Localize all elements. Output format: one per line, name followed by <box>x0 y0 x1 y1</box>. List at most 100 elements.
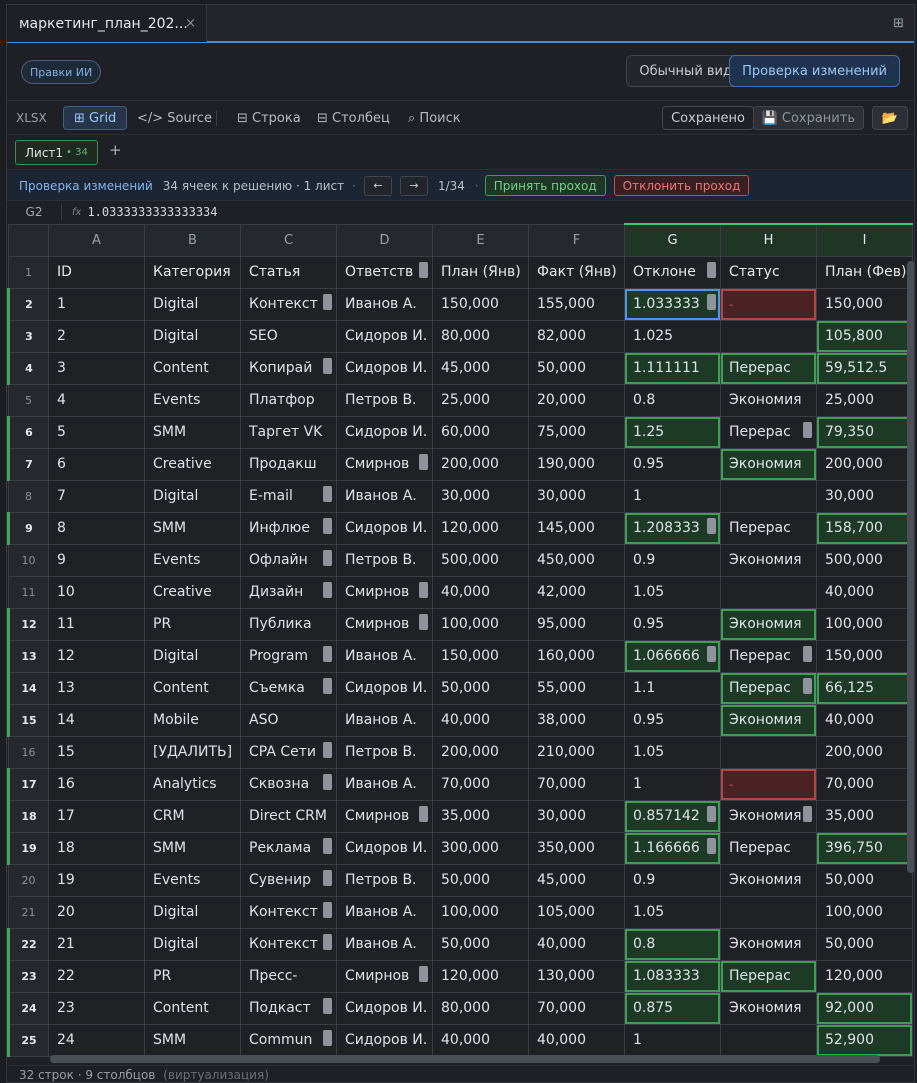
grid-cell[interactable]: Инфлюе <box>240 511 337 545</box>
grid-cell[interactable]: 1.05 <box>624 735 721 769</box>
grid-cell[interactable]: 0.857142 <box>624 799 721 833</box>
grid-cell[interactable]: 9 <box>48 543 145 577</box>
grid-cell[interactable]: CPA Сети <box>240 735 337 769</box>
grid-cell[interactable]: Публика <box>240 607 337 641</box>
grid-cell[interactable]: 130,000 <box>528 959 625 993</box>
grid-cell[interactable]: 24 <box>48 1023 145 1057</box>
grid-cell[interactable]: 1 <box>624 1023 721 1057</box>
grid-cell[interactable]: Иванов А. <box>336 927 433 961</box>
grid-cell[interactable]: 150,000 <box>432 639 529 673</box>
grid-cell[interactable]: 0.8 <box>624 383 721 417</box>
row-header[interactable]: 6 <box>7 415 49 449</box>
grid-cell[interactable]: 80,000 <box>432 991 529 1025</box>
grid-cell[interactable]: 30,000 <box>528 799 625 833</box>
grid-cell[interactable]: 14 <box>48 703 145 737</box>
grid-cell[interactable]: 1.033333 <box>624 287 721 321</box>
row-header[interactable]: 8 <box>8 479 49 513</box>
grid-cell[interactable]: 100,000 <box>816 895 913 929</box>
grid-cell[interactable]: 30,000 <box>432 479 529 513</box>
grid-cell[interactable]: Events <box>144 863 241 897</box>
formula-input[interactable]: 1.0333333333333334 <box>87 205 217 219</box>
grid-cell[interactable]: 158,700 <box>816 511 913 545</box>
header-cell[interactable]: Статья <box>240 255 337 289</box>
header-cell[interactable]: Отклоне <box>624 255 721 289</box>
grid-cell[interactable]: 50,000 <box>432 927 529 961</box>
grid-cell[interactable]: Смирнов <box>336 575 433 609</box>
grid-cell[interactable]: Digital <box>144 287 241 321</box>
grid-cell[interactable]: Копирай <box>240 351 337 385</box>
grid-cell[interactable]: 45,000 <box>432 351 529 385</box>
grid-cell[interactable]: 8 <box>48 511 145 545</box>
grid-cell[interactable]: Петров В. <box>336 735 433 769</box>
row-header[interactable]: 21 <box>8 895 49 929</box>
grid-cell[interactable] <box>720 575 817 609</box>
grid-cell[interactable]: 1 <box>624 767 721 801</box>
header-cell[interactable]: Статус <box>720 255 817 289</box>
grid-cell[interactable]: Подкаст <box>240 991 337 1025</box>
grid-cell[interactable]: 145,000 <box>528 511 625 545</box>
column-header[interactable]: B <box>144 223 241 257</box>
grid-cell[interactable] <box>720 895 817 929</box>
comment-marker[interactable] <box>707 645 716 662</box>
grid-cell[interactable]: Сидоров И. <box>336 1023 433 1057</box>
comment-marker[interactable] <box>323 933 332 950</box>
grid-cell[interactable]: 150,000 <box>816 287 913 321</box>
comment-marker[interactable] <box>419 261 428 278</box>
grid-cell[interactable]: Сквозна <box>240 767 337 801</box>
header-cell[interactable]: Факт (Янв) <box>528 255 625 289</box>
row-header[interactable]: 23 <box>7 959 49 993</box>
grid-cell[interactable]: 92,000 <box>816 991 913 1025</box>
grid-cell[interactable]: 25,000 <box>816 383 913 417</box>
grid-cell[interactable]: Смирнов <box>336 447 433 481</box>
grid-cell[interactable]: Перерас <box>720 415 817 449</box>
grid-cell[interactable]: 11 <box>48 607 145 641</box>
row-header[interactable]: 19 <box>7 831 49 865</box>
row-header[interactable]: 13 <box>7 639 49 673</box>
grid-cell[interactable]: 45,000 <box>528 863 625 897</box>
grid-cell[interactable]: 7 <box>48 479 145 513</box>
comment-marker[interactable] <box>323 869 332 886</box>
grid-cell[interactable]: 190,000 <box>528 447 625 481</box>
grid-cell[interactable] <box>720 735 817 769</box>
row-header[interactable]: 1 <box>8 255 49 289</box>
column-header[interactable]: E <box>432 223 529 257</box>
row-header[interactable]: 14 <box>7 671 49 705</box>
comment-marker[interactable] <box>323 741 332 758</box>
comment-marker[interactable] <box>323 997 332 1014</box>
grid-cell[interactable]: Пресс- <box>240 959 337 993</box>
grid-cell[interactable]: 40,000 <box>816 575 913 609</box>
grid-cell[interactable]: Экономия <box>720 447 817 481</box>
grid-cell[interactable]: 6 <box>48 447 145 481</box>
column-header[interactable]: F <box>528 223 625 257</box>
grid-cell[interactable]: 120,000 <box>432 511 529 545</box>
grid-cell[interactable]: Иванов А. <box>336 895 433 929</box>
grid-cell[interactable]: 450,000 <box>528 543 625 577</box>
grid-cell[interactable]: Иванов А. <box>336 639 433 673</box>
grid-cell[interactable]: Сидоров И. <box>336 351 433 385</box>
grid-cell[interactable]: 396,750 <box>816 831 913 865</box>
grid-cell[interactable]: 1 <box>624 479 721 513</box>
grid-cell[interactable]: Петров В. <box>336 383 433 417</box>
grid-cell[interactable]: 105,800 <box>816 319 913 353</box>
grid-cell[interactable]: E-mail <box>240 479 337 513</box>
grid-cell[interactable]: 3 <box>48 351 145 385</box>
row-header[interactable]: 24 <box>7 991 49 1025</box>
grid-cell[interactable]: 40,000 <box>816 703 913 737</box>
grid-cell[interactable]: 82,000 <box>528 319 625 353</box>
grid-cell[interactable]: 5 <box>48 415 145 449</box>
file-tab[interactable]: маркетинг_план_202... × <box>7 5 207 42</box>
row-header[interactable]: 16 <box>8 735 49 769</box>
column-header[interactable]: I <box>816 223 913 257</box>
grid-cell[interactable]: 0.9 <box>624 863 721 897</box>
grid-cell[interactable]: 0.95 <box>624 447 721 481</box>
row-header[interactable]: 20 <box>8 863 49 897</box>
row-header[interactable]: 18 <box>7 799 49 833</box>
row-header[interactable]: 25 <box>7 1023 49 1057</box>
grid-cell[interactable]: 80,000 <box>432 319 529 353</box>
cell-reference[interactable]: G2 <box>7 204 62 220</box>
grid-cell[interactable]: 38,000 <box>528 703 625 737</box>
grid-cell[interactable]: 100,000 <box>432 895 529 929</box>
grid-cell[interactable]: Сидоров И. <box>336 671 433 705</box>
grid-cell[interactable]: Иванов А. <box>336 287 433 321</box>
grid-cell[interactable]: Смирнов <box>336 959 433 993</box>
